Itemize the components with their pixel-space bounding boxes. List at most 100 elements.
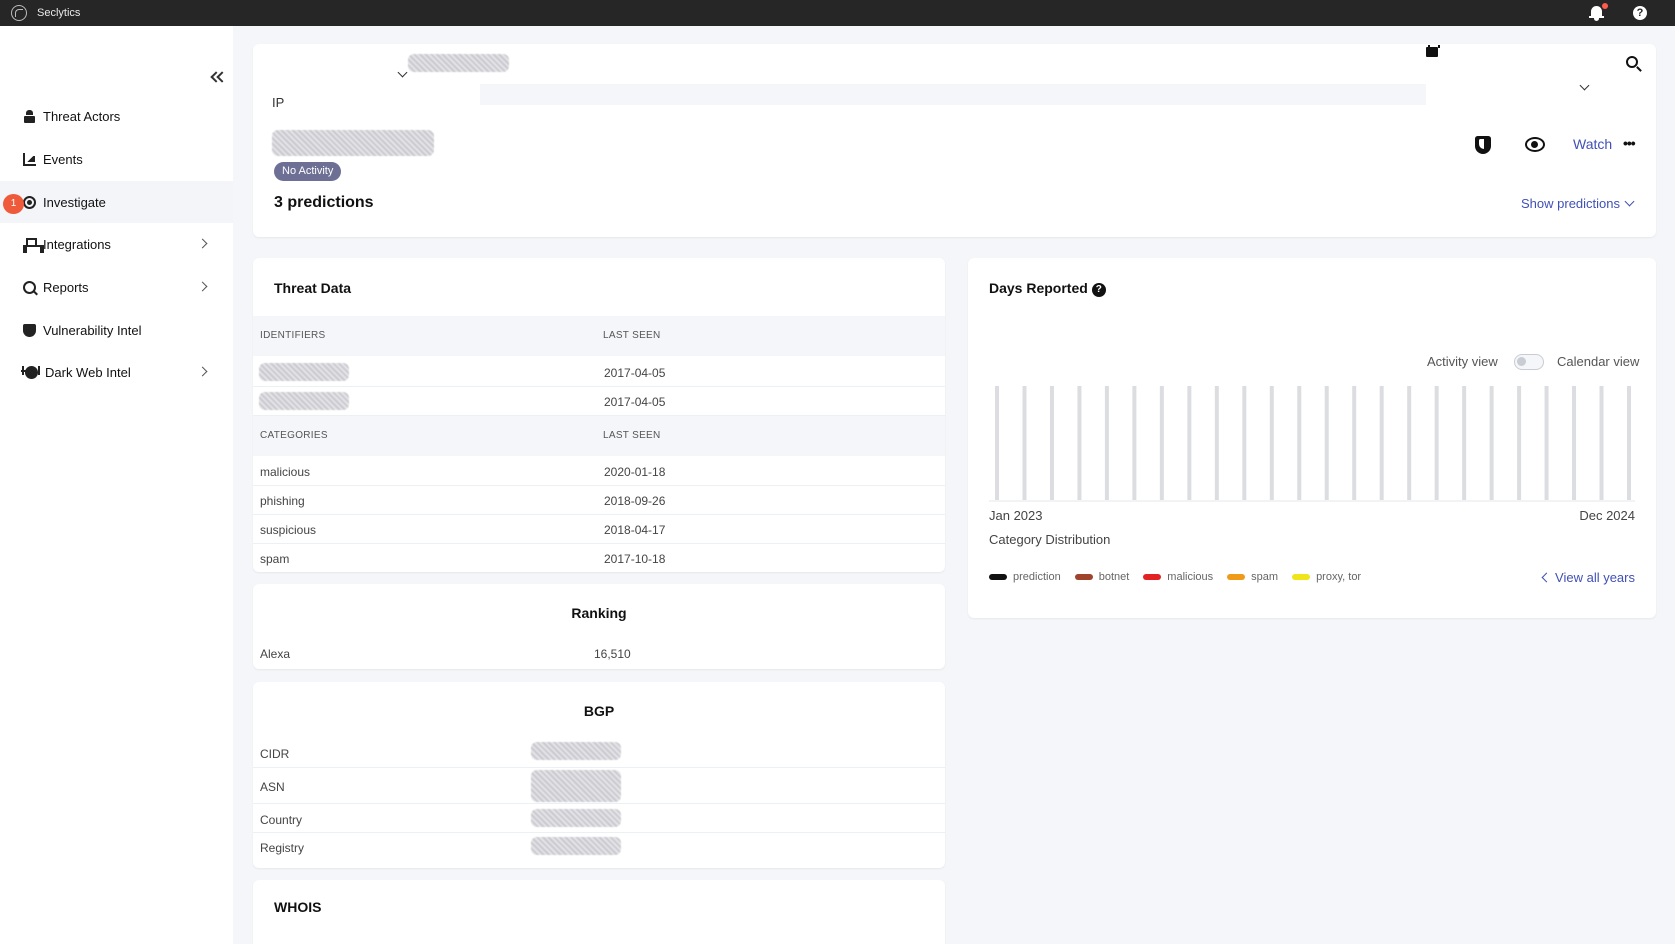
chart-bar-track bbox=[1159, 386, 1164, 500]
sidebar-item-threat-actors[interactable]: Threat Actors bbox=[0, 95, 233, 137]
chart-bar-track bbox=[1599, 386, 1604, 500]
view-all-years-label: View all years bbox=[1555, 570, 1635, 585]
chevron-down-icon[interactable] bbox=[397, 67, 408, 78]
x-axis-end-label: Dec 2024 bbox=[1579, 508, 1635, 523]
chart-bar-track bbox=[1187, 386, 1192, 500]
category-distribution-label: Category Distribution bbox=[989, 532, 1111, 547]
help-icon[interactable]: ? bbox=[1633, 6, 1647, 20]
days-reported-card: Days Reported? Activity view Calendar vi… bbox=[968, 258, 1656, 618]
legend-swatch bbox=[989, 574, 1007, 580]
sidebar-item-integrations[interactable]: Integrations bbox=[0, 223, 233, 265]
redacted-value bbox=[531, 770, 621, 802]
chart-bar-track bbox=[1214, 386, 1219, 500]
bell-icon[interactable] bbox=[1589, 3, 1608, 21]
activity-view-label: Activity view bbox=[1427, 354, 1498, 369]
legend-item: proxy, tor bbox=[1292, 571, 1361, 583]
bgp-field-label: CIDR bbox=[260, 747, 290, 761]
table-row: Country bbox=[253, 804, 945, 833]
watch-button[interactable]: Watch bbox=[1573, 136, 1612, 152]
notification-badge: 1 bbox=[3, 194, 24, 214]
threat-actor-icon bbox=[23, 109, 36, 123]
ranking-card: Ranking Alexa 16,510 bbox=[253, 584, 945, 669]
sidebar-item-label: Investigate bbox=[43, 194, 106, 210]
sidebar-item-label: Threat Actors bbox=[43, 108, 121, 124]
sidebar-item-investigate[interactable]: Investigate bbox=[0, 181, 233, 223]
last-seen-cell: 2017-10-18 bbox=[604, 552, 666, 566]
calendar-icon[interactable] bbox=[1426, 45, 1440, 57]
chart-bar-track bbox=[1544, 386, 1549, 500]
bgp-field-label: Country bbox=[260, 813, 303, 827]
legend-item: prediction bbox=[989, 571, 1061, 583]
chevron-right-icon bbox=[197, 366, 208, 377]
sidebar-item-events[interactable]: Events bbox=[0, 138, 233, 180]
sidebar-item-reports[interactable]: Reports bbox=[0, 266, 233, 308]
category-cell: spam bbox=[260, 552, 290, 566]
last-seen-cell: 2017-04-05 bbox=[604, 366, 666, 380]
chart-area-icon bbox=[23, 152, 36, 166]
predictions-count: 3 predictions bbox=[274, 194, 374, 211]
view-toggle[interactable] bbox=[1514, 354, 1544, 370]
redacted-value bbox=[531, 809, 621, 827]
table-row: 2017-04-05 bbox=[253, 358, 945, 387]
legend-item: malicious bbox=[1143, 571, 1213, 583]
sidebar-item-vulnerability-intel[interactable]: Vulnerability Intel bbox=[0, 309, 233, 351]
redacted-identifier bbox=[259, 392, 349, 410]
chart-bar-track bbox=[995, 386, 999, 500]
redacted-search-value bbox=[408, 54, 509, 72]
bgp-field-label: Registry bbox=[260, 841, 305, 855]
table-row: 2017-04-05 bbox=[253, 387, 945, 416]
threat-data-card: Threat Data IDENTIFIERS LAST SEEN 2017-0… bbox=[253, 258, 945, 572]
notification-dot bbox=[1602, 3, 1608, 9]
last-seen-cell: 2017-04-05 bbox=[604, 395, 666, 409]
days-reported-title: Days Reported bbox=[989, 280, 1088, 296]
category-cell: phishing bbox=[260, 494, 305, 508]
card-title: Threat Data bbox=[274, 280, 352, 296]
search-icon[interactable] bbox=[1626, 56, 1638, 68]
legend-label: prediction bbox=[1013, 571, 1061, 583]
chart-bar-track bbox=[1132, 386, 1137, 500]
chart-bar-track bbox=[1022, 386, 1027, 500]
legend-swatch bbox=[1292, 574, 1311, 580]
column-header: LAST SEEN bbox=[603, 430, 661, 441]
view-all-years-button[interactable]: View all years bbox=[1541, 570, 1635, 585]
chevron-down-icon[interactable] bbox=[1579, 80, 1590, 91]
shield-icon[interactable] bbox=[1475, 136, 1491, 154]
chart-bar-track bbox=[1077, 386, 1082, 500]
card-title: WHOIS bbox=[274, 899, 322, 915]
table-row: spam 2017-10-18 bbox=[253, 544, 945, 573]
chart-bar-track bbox=[1049, 386, 1054, 500]
sidebar-item-label: Events bbox=[43, 151, 83, 167]
bgp-field-label: ASN bbox=[260, 780, 285, 794]
chart-bar-track bbox=[1104, 386, 1109, 500]
column-header: CATEGORIES bbox=[260, 430, 328, 441]
sidebar-item-dark-web-intel[interactable]: Dark Web Intel bbox=[0, 351, 233, 393]
chart-bar-track bbox=[1434, 386, 1439, 500]
sidebar-item-label: Integrations bbox=[43, 236, 111, 252]
seclytics-logo-icon bbox=[11, 5, 27, 21]
legend-item: spam bbox=[1227, 571, 1278, 583]
spider-icon bbox=[21, 365, 40, 379]
last-seen-cell: 2018-04-17 bbox=[604, 523, 666, 537]
chart-bar-track bbox=[1324, 386, 1329, 500]
calendar-view-label: Calendar view bbox=[1557, 354, 1640, 369]
show-predictions-label: Show predictions bbox=[1521, 196, 1620, 211]
chevron-left-icon bbox=[1541, 572, 1552, 583]
table-header: CATEGORIES LAST SEEN bbox=[253, 416, 945, 456]
help-icon[interactable]: ? bbox=[1091, 283, 1106, 297]
sidebar-item-label: Reports bbox=[43, 279, 89, 295]
last-seen-cell: 2018-09-26 bbox=[604, 494, 666, 508]
category-cell: suspicious bbox=[260, 523, 317, 537]
legend-label: malicious bbox=[1167, 571, 1214, 583]
network-icon bbox=[23, 237, 44, 253]
chart-bar-track bbox=[1297, 386, 1302, 500]
collapse-sidebar-icon[interactable] bbox=[210, 71, 228, 84]
search-input[interactable] bbox=[480, 84, 1426, 105]
more-options-icon[interactable]: ••• bbox=[1623, 135, 1636, 151]
table-row: Registry bbox=[253, 833, 945, 862]
table-row: CIDR bbox=[253, 734, 945, 768]
search-type-label: IP bbox=[272, 95, 285, 110]
chart-bar-track bbox=[1627, 386, 1631, 500]
ranking-source: Alexa bbox=[260, 647, 291, 661]
eye-icon[interactable] bbox=[1525, 137, 1545, 152]
show-predictions-button[interactable]: Show predictions bbox=[1521, 196, 1635, 211]
